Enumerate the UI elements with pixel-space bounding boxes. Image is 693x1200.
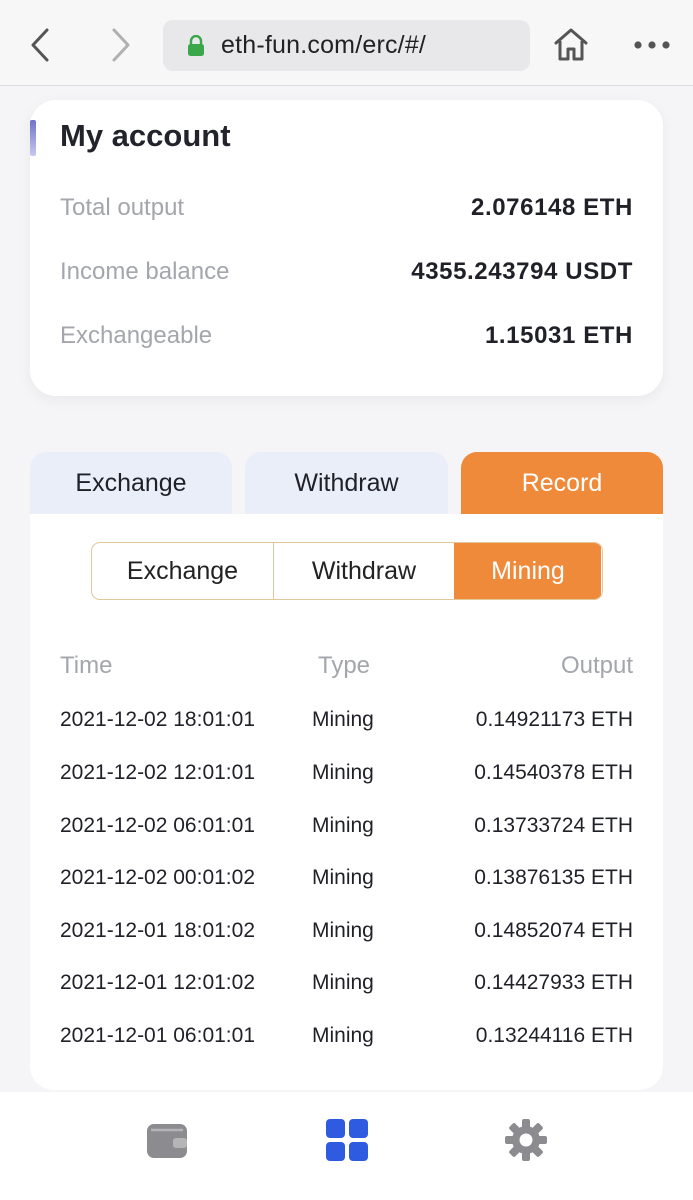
header-output: Output [560,652,633,679]
forward-button[interactable] [103,22,139,68]
title-accent-bar [30,120,36,156]
row-time: 2021-12-01 06:01:01 [60,1024,255,1047]
grid-icon [326,1119,368,1161]
tab-exchange[interactable]: Exchange [30,452,232,514]
row-output: 0.13244116 ETH [475,1024,633,1047]
row-type: Mining [312,919,374,942]
exchangeable-value: 1.15031 ETH [484,322,633,349]
row-output: 0.14921173 ETH [475,708,633,731]
nav-grid[interactable] [322,1116,372,1164]
nav-wallet[interactable] [142,1116,192,1164]
table-row: 2021-12-02 06:01:01 Mining 0.13733724 ET… [30,806,663,846]
records-panel: Exchange Withdraw Mining Time Type Outpu… [30,514,663,1090]
income-balance-row: Income balance 4355.243794 USDT [60,252,633,292]
gear-icon [505,1119,547,1161]
row-type: Mining [312,761,374,784]
income-balance-value: 4355.243794 USDT [411,258,633,285]
more-dots-icon [634,41,670,49]
browser-toolbar: eth-fun.com/erc/#/ [0,0,693,86]
exchangeable-label: Exchangeable [60,322,213,349]
total-output-label: Total output [60,194,185,221]
filter-withdraw[interactable]: Withdraw [273,543,454,599]
tab-withdraw[interactable]: Withdraw [245,452,448,514]
row-output: 0.14852074 ETH [474,919,633,942]
table-row: 2021-12-01 12:01:02 Mining 0.14427933 ET… [30,963,663,1003]
chevron-right-icon [112,28,130,62]
row-output: 0.13876135 ETH [474,866,633,889]
table-row: 2021-12-01 18:01:02 Mining 0.14852074 ET… [30,911,663,951]
record-filter: Exchange Withdraw Mining [91,542,603,600]
wallet-icon [147,1124,187,1158]
more-button[interactable] [633,35,671,55]
header-time: Time [60,652,113,679]
bottom-nav [0,1092,693,1200]
row-output: 0.13733724 ETH [474,814,633,837]
filter-exchange[interactable]: Exchange [92,543,273,599]
header-type: Type [318,652,371,679]
row-output: 0.14540378 ETH [474,761,633,784]
row-type: Mining [312,866,374,889]
table-row: 2021-12-02 12:01:01 Mining 0.14540378 ET… [30,753,663,793]
account-title: My account [60,118,231,153]
table-row: 2021-12-02 18:01:01 Mining 0.14921173 ET… [30,700,663,740]
row-type: Mining [312,814,374,837]
total-output-value: 2.076148 ETH [471,194,633,221]
table-row: 2021-12-02 00:01:02 Mining 0.13876135 ET… [30,858,663,898]
row-type: Mining [312,971,374,994]
chevron-left-icon [31,28,49,62]
table-row: 2021-12-01 06:01:01 Mining 0.13244116 ET… [30,1016,663,1056]
row-time: 2021-12-02 18:01:01 [60,708,255,731]
address-bar[interactable]: eth-fun.com/erc/#/ [163,20,530,71]
account-card: My account Total output 2.076148 ETH Inc… [30,100,663,396]
filter-mining[interactable]: Mining [454,543,601,599]
row-type: Mining [312,1024,374,1047]
row-time: 2021-12-02 12:01:01 [60,761,255,784]
income-balance-label: Income balance [60,258,230,285]
lock-icon [187,34,207,57]
total-output-row: Total output 2.076148 ETH [60,188,633,228]
row-time: 2021-12-01 18:01:02 [60,919,255,942]
home-icon [554,28,588,61]
row-time: 2021-12-01 12:01:02 [60,971,255,994]
row-type: Mining [312,708,374,731]
row-output: 0.14427933 ETH [474,971,633,994]
url-text: eth-fun.com/erc/#/ [221,31,427,59]
tab-record[interactable]: Record [461,452,663,514]
home-button[interactable] [552,25,590,65]
nav-settings[interactable] [501,1116,551,1164]
back-button[interactable] [22,22,58,68]
row-time: 2021-12-02 06:01:01 [60,814,255,837]
row-time: 2021-12-02 00:01:02 [60,866,255,889]
exchangeable-row: Exchangeable 1.15031 ETH [60,316,633,356]
